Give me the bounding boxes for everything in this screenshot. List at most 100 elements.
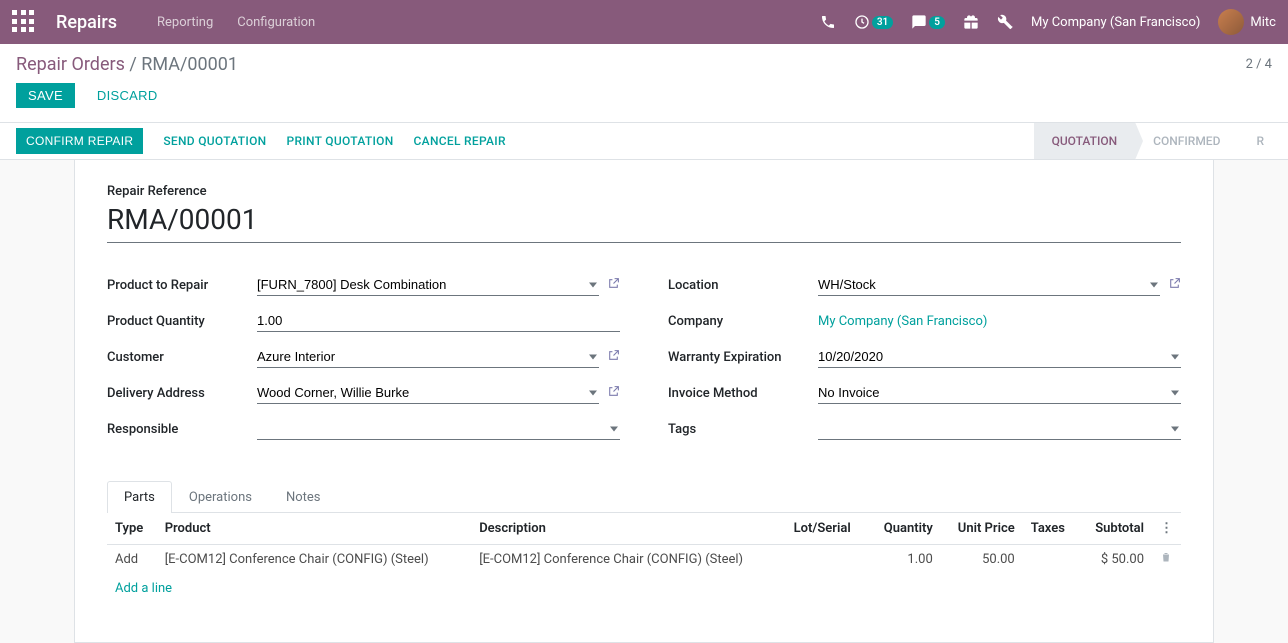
warranty-label: Warranty Expiration <box>668 350 818 365</box>
status-steps: Quotation Confirmed R <box>1034 123 1282 159</box>
external-link-icon[interactable] <box>607 349 620 366</box>
cell-description[interactable]: [E-COM12] Conference Chair (CONFIG) (Ste… <box>471 545 785 574</box>
avatar <box>1218 9 1244 35</box>
col-type: Type <box>107 513 157 545</box>
tab-notes[interactable]: Notes <box>269 481 338 513</box>
status-quotation[interactable]: Quotation <box>1034 123 1136 159</box>
columns-options-icon[interactable]: ⋮ <box>1152 513 1181 545</box>
external-link-icon[interactable] <box>607 277 620 294</box>
cell-product[interactable]: [E-COM12] Conference Chair (CONFIG) (Ste… <box>157 545 471 574</box>
send-quotation-button[interactable]: Send Quotation <box>163 134 266 148</box>
customer-label: Customer <box>107 350 257 365</box>
activities-icon[interactable]: 31 <box>854 14 893 30</box>
cell-lot[interactable] <box>786 545 868 574</box>
invoice-method-input[interactable] <box>818 382 1181 404</box>
cancel-repair-button[interactable]: Cancel Repair <box>414 134 506 148</box>
statusbar: Confirm Repair Send Quotation Print Quot… <box>0 122 1288 160</box>
form-sheet: Repair Reference RMA/00001 Product to Re… <box>74 160 1214 643</box>
customer-input[interactable] <box>257 346 599 368</box>
tags-input[interactable] <box>818 418 1181 440</box>
cell-type[interactable]: Add <box>107 545 157 574</box>
responsible-label: Responsible <box>107 422 257 437</box>
app-name[interactable]: Repairs <box>56 12 117 33</box>
col-subtotal: Subtotal <box>1079 513 1152 545</box>
print-quotation-button[interactable]: Print Quotation <box>286 134 393 148</box>
cell-subtotal[interactable]: $ 50.00 <box>1079 545 1152 574</box>
breadcrumb: Repair Orders / RMA/00001 <box>16 54 238 75</box>
product-qty-input[interactable] <box>257 310 620 332</box>
delivery-address-input[interactable] <box>257 382 599 404</box>
warranty-field[interactable] <box>818 346 1181 368</box>
tab-operations[interactable]: Operations <box>172 481 269 513</box>
delivery-address-field[interactable] <box>257 382 599 404</box>
navbar-right: 31 5 My Company (San Francisco) Mitc <box>820 9 1276 35</box>
location-field[interactable] <box>818 274 1160 296</box>
form-grid: Product to Repair Product Quantity <box>107 271 1181 451</box>
repair-reference-value[interactable]: RMA/00001 <box>107 201 1181 243</box>
edit-buttons: Save Discard <box>0 75 1288 122</box>
product-repair-label: Product to Repair <box>107 278 257 293</box>
status-confirmed[interactable]: Confirmed <box>1135 123 1238 159</box>
external-link-icon[interactable] <box>607 385 620 402</box>
product-repair-field[interactable] <box>257 274 599 296</box>
location-input[interactable] <box>818 274 1160 296</box>
col-product: Product <box>157 513 471 545</box>
save-button[interactable]: Save <box>16 83 75 108</box>
messages-icon[interactable]: 5 <box>911 14 945 30</box>
product-repair-input[interactable] <box>257 274 599 296</box>
messages-badge: 5 <box>929 16 945 29</box>
customer-field[interactable] <box>257 346 599 368</box>
col-qty: Quantity <box>868 513 941 545</box>
parts-table: Type Product Description Lot/Serial Quan… <box>107 513 1181 602</box>
wrench-icon[interactable] <box>997 14 1013 30</box>
repair-reference-label: Repair Reference <box>107 184 1181 199</box>
tags-label: Tags <box>668 422 818 437</box>
menu-configuration[interactable]: Configuration <box>237 15 315 30</box>
top-navbar: Repairs Reporting Configuration 31 5 My … <box>0 0 1288 44</box>
breadcrumb-row: Repair Orders / RMA/00001 2 / 4 <box>0 44 1288 75</box>
company-link[interactable]: My Company (San Francisco) <box>818 314 987 329</box>
cell-unit-price[interactable]: 50.00 <box>941 545 1023 574</box>
col-description: Description <box>471 513 785 545</box>
breadcrumb-root[interactable]: Repair Orders <box>16 54 125 75</box>
trash-icon[interactable] <box>1152 545 1181 574</box>
form-col-left: Product to Repair Product Quantity <box>107 271 620 451</box>
navbar-menu: Reporting Configuration <box>157 15 315 30</box>
menu-reporting[interactable]: Reporting <box>157 15 213 30</box>
user-menu[interactable]: Mitc <box>1218 9 1276 35</box>
discard-button[interactable]: Discard <box>85 83 170 108</box>
cell-qty[interactable]: 1.00 <box>868 545 941 574</box>
pager[interactable]: 2 / 4 <box>1246 57 1272 72</box>
apps-icon[interactable] <box>12 10 36 34</box>
delivery-address-label: Delivery Address <box>107 386 257 401</box>
add-line-row[interactable]: Add a line <box>107 573 1181 602</box>
statusbar-buttons: Confirm Repair Send Quotation Print Quot… <box>16 123 1034 159</box>
tabs: Parts Operations Notes Type Product Desc… <box>107 481 1181 602</box>
invoice-method-label: Invoice Method <box>668 386 818 401</box>
invoice-method-field[interactable] <box>818 382 1181 404</box>
status-next[interactable]: R <box>1238 123 1282 159</box>
warranty-input[interactable] <box>818 346 1181 368</box>
tab-parts[interactable]: Parts <box>107 481 172 513</box>
company-selector[interactable]: My Company (San Francisco) <box>1031 15 1200 30</box>
breadcrumb-current: RMA/00001 <box>141 54 238 75</box>
breadcrumb-sep: / <box>125 54 141 75</box>
responsible-field[interactable] <box>257 418 620 440</box>
phone-icon[interactable] <box>820 14 836 30</box>
responsible-input[interactable] <box>257 418 620 440</box>
company-label: Company <box>668 314 818 329</box>
location-label: Location <box>668 278 818 293</box>
table-row[interactable]: Add [E-COM12] Conference Chair (CONFIG) … <box>107 545 1181 574</box>
confirm-repair-button[interactable]: Confirm Repair <box>16 128 143 154</box>
external-link-icon[interactable] <box>1168 277 1181 294</box>
user-name: Mitc <box>1250 15 1276 30</box>
add-line-label[interactable]: Add a line <box>107 573 1181 602</box>
gift-icon[interactable] <box>963 14 979 30</box>
tab-row: Parts Operations Notes <box>107 481 1181 513</box>
col-taxes: Taxes <box>1023 513 1079 545</box>
col-lot: Lot/Serial <box>786 513 868 545</box>
tags-field[interactable] <box>818 418 1181 440</box>
cell-taxes[interactable] <box>1023 545 1079 574</box>
activities-badge: 31 <box>872 16 893 29</box>
product-qty-label: Product Quantity <box>107 314 257 329</box>
